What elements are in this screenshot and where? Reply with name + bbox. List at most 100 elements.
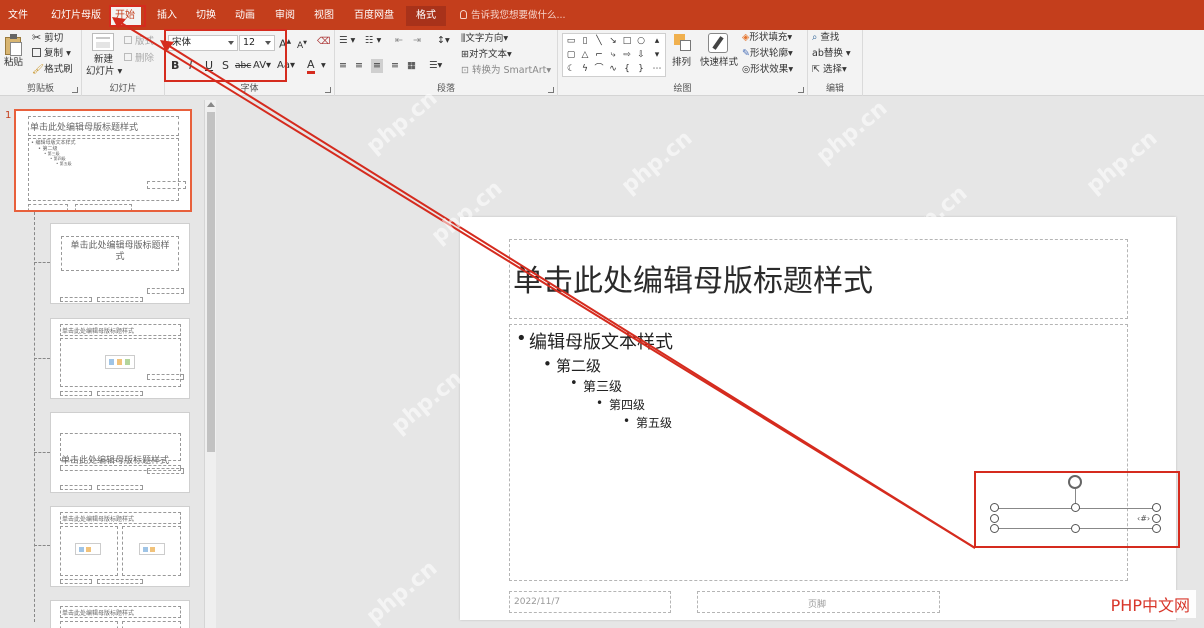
down-arrow-shape-icon[interactable]: ⇩: [636, 50, 646, 60]
shape-outline-button[interactable]: ✎形状轮廓▾: [742, 47, 793, 61]
align-right-button[interactable]: ≡: [371, 59, 383, 73]
drawing-launcher-icon[interactable]: [798, 87, 804, 93]
line-spacing-button[interactable]: ↕▾: [437, 34, 450, 48]
clipboard-launcher-icon[interactable]: [72, 87, 78, 93]
find-button[interactable]: ⌕ 查找: [812, 31, 839, 45]
tab-animations[interactable]: 动画: [229, 6, 261, 26]
tab-file[interactable]: 文件: [2, 6, 34, 26]
slide-thumbnail-layout-2[interactable]: 单击此处编辑母版标题样式: [50, 318, 190, 399]
shape-fill-button[interactable]: ◈形状填充▾: [742, 31, 792, 45]
thumb-textbox: [147, 468, 184, 474]
brace-right-shape-icon[interactable]: }: [636, 64, 646, 74]
vertical-textbox-shape-icon[interactable]: ▯: [580, 36, 590, 46]
elbow-shape-icon[interactable]: ⌐: [594, 50, 604, 60]
smartart-button[interactable]: ⊡ 转换为 SmartArt▾: [461, 64, 551, 78]
distributed-button[interactable]: ▦: [407, 59, 416, 73]
elbow-arrow-shape-icon[interactable]: ⤷: [608, 50, 618, 60]
select-button[interactable]: ⇱ 选择▾: [812, 63, 847, 77]
quick-styles-button[interactable]: 快速样式: [700, 56, 738, 70]
brace-left-shape-icon[interactable]: {: [622, 64, 632, 74]
oval-shape-icon[interactable]: ○: [636, 36, 646, 46]
slide-thumbnail-layout-1[interactable]: 单击此处编辑母版标题样式: [50, 223, 190, 304]
paragraph-launcher-icon[interactable]: [548, 87, 554, 93]
body-level-4: 第四级: [596, 396, 645, 413]
tell-me-search[interactable]: 告诉我您想要做什么...: [460, 6, 566, 26]
replace-button[interactable]: ab替换 ▾: [812, 47, 851, 61]
font-color-button[interactable]: A: [307, 59, 315, 74]
gallery-scroll-down-icon[interactable]: ▾: [652, 50, 662, 60]
tab-view[interactable]: 视图: [308, 6, 340, 26]
layout-icon: [124, 36, 132, 44]
paste-icon[interactable]: [5, 34, 23, 56]
watermark: php.cn: [616, 125, 698, 200]
align-center-button[interactable]: ≡: [355, 59, 363, 73]
body-level-3: 第三级: [570, 376, 622, 395]
arrow-line-shape-icon[interactable]: ↘: [608, 36, 618, 46]
tab-baidu-netdisk[interactable]: 百度网盘: [348, 6, 400, 26]
tab-review[interactable]: 审阅: [269, 6, 301, 26]
layout-button: 版式: [124, 35, 154, 49]
slide-thumbnail-master[interactable]: 单击此处编辑母版标题样式 • 编辑母版文本样式 • 第二级 • 第三级 • 第四…: [14, 109, 192, 212]
decrease-indent-button[interactable]: ⇤: [395, 34, 403, 48]
format-painter-button[interactable]: 🖌格式刷: [32, 63, 73, 77]
tab-insert[interactable]: 插入: [151, 6, 183, 26]
tab-transitions[interactable]: 切换: [190, 6, 222, 26]
scrollbar-thumb[interactable]: [207, 112, 215, 452]
thumbnail-scrollbar[interactable]: [204, 100, 216, 628]
columns-button[interactable]: ☰▾: [429, 59, 442, 73]
shrink-font-button[interactable]: A▼: [297, 36, 307, 53]
text-direction-button[interactable]: ⫼文字方向▾: [461, 32, 508, 46]
slide-thumbnail-layout-4[interactable]: 单击此处编辑母版标题样式: [50, 506, 190, 587]
gallery-more-icon[interactable]: ⋯: [652, 64, 662, 74]
align-left-button[interactable]: ≡: [339, 59, 347, 73]
layout-tree-tick: [34, 358, 50, 359]
lightning-shape-icon[interactable]: ϟ: [580, 64, 590, 74]
curve-shape-icon[interactable]: ☾: [566, 64, 576, 74]
font-color-dropdown[interactable]: ▾: [321, 59, 326, 73]
layout-tree-line: [34, 212, 35, 622]
wave-shape-icon[interactable]: ∿: [608, 64, 618, 74]
tab-slide-master[interactable]: 幻灯片母版: [45, 6, 107, 26]
increase-indent-button[interactable]: ⇥: [413, 34, 421, 48]
scroll-up-icon[interactable]: [207, 102, 215, 107]
thumb-title: 单击此处编辑母版标题样式: [70, 241, 170, 262]
thumb-content-icons: [75, 543, 101, 555]
copy-button[interactable]: 复制 ▾: [32, 47, 71, 61]
clipboard-group-label: 剪贴板: [26, 84, 54, 94]
paste-button[interactable]: 粘贴: [4, 56, 23, 70]
numbering-button[interactable]: ☷ ▾: [365, 34, 381, 48]
slide-date: 2022/11/7: [514, 597, 561, 607]
arrange-button[interactable]: 排列: [672, 56, 691, 70]
slide-thumbnail-layout-5[interactable]: 单击此处编辑母版标题样式: [50, 600, 190, 628]
scissors-icon: ✂: [32, 31, 42, 44]
slide-thumbnail-layout-3[interactable]: 单击此处编辑母版标题样式: [50, 412, 190, 493]
arrange-icon[interactable]: [674, 34, 692, 52]
new-slide-dropdown[interactable]: 幻灯片 ▾: [86, 65, 122, 79]
thumb-body-l5: • 第五级: [56, 161, 72, 166]
align-text-button[interactable]: ⊞对齐文本▾: [461, 48, 512, 62]
thumb-footer: [97, 297, 143, 302]
right-arrow-shape-icon[interactable]: ⇨: [622, 50, 632, 60]
clear-format-icon[interactable]: ⌫: [317, 35, 330, 49]
line-shape-icon[interactable]: ╲: [594, 36, 604, 46]
rounded-rect-shape-icon[interactable]: ▢: [566, 50, 576, 60]
font-launcher-icon[interactable]: [325, 87, 331, 93]
format-painter-label: 格式刷: [44, 64, 73, 75]
delete-button: 删除: [124, 52, 154, 66]
clipboard-group: 粘贴 ✂ 剪切 复制 ▾ 🖌格式刷 剪贴板: [0, 30, 82, 96]
triangle-shape-icon[interactable]: △: [580, 50, 590, 60]
slide-footer: 页脚: [808, 600, 827, 610]
arc-shape-icon[interactable]: ⌒: [594, 64, 604, 74]
justify-button[interactable]: ≡: [391, 59, 399, 73]
shapes-gallery[interactable]: ▭ ▯ ╲ ↘ □ ○ ▢ △ ⌐ ⤷ ⇨ ⇩ ☾ ϟ ⌒ ∿ { } ▴ ▾ …: [562, 33, 666, 77]
shape-effects-button[interactable]: ◎形状效果▾: [742, 63, 793, 77]
bullets-button[interactable]: ☰ ▾: [339, 34, 355, 48]
rectangle-shape-icon[interactable]: □: [622, 36, 632, 46]
replace-icon: ab: [812, 48, 824, 59]
quick-styles-icon[interactable]: [708, 33, 728, 53]
gallery-scroll-up-icon[interactable]: ▴: [652, 36, 662, 46]
textbox-shape-icon[interactable]: ▭: [566, 36, 576, 46]
new-slide-icon[interactable]: [92, 33, 114, 51]
tab-format[interactable]: 格式: [406, 6, 446, 26]
cut-button[interactable]: ✂ 剪切: [32, 31, 63, 46]
